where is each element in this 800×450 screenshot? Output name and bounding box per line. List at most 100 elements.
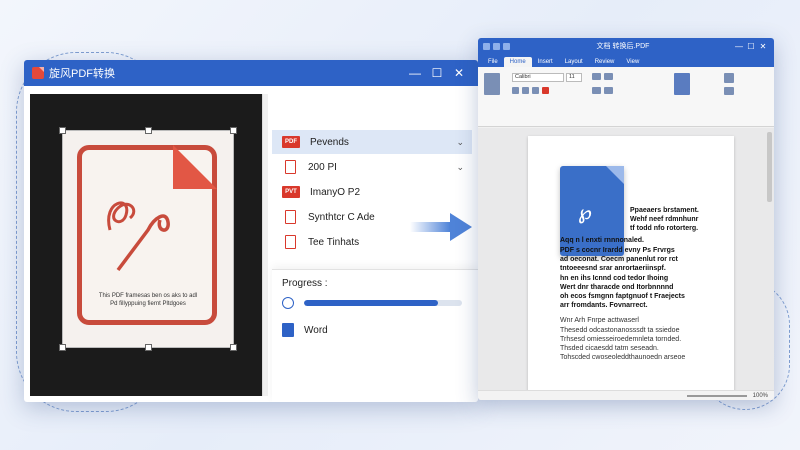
close-button[interactable]: ✕ [448,66,470,80]
tab-view[interactable]: View [620,57,645,67]
format-item-tee-tinhats[interactable]: Tee Tinhats [272,230,472,254]
pdf-format-icon: PDF [282,136,300,148]
tab-home[interactable]: Home [503,57,532,67]
word-titlebar: 文档 转换后.PDF — ☐ ✕ [478,38,774,54]
document-page[interactable]: ℘ Ppaeaers brstament. Wehf neef rdmnhunr… [528,136,734,392]
page-line: PDF s cocnr Irardd evny Ps Frvrgs [560,247,675,254]
format-label: ImanyO P2 [310,186,361,198]
page-line: arr fromdants. Fovnarrect. [560,302,648,309]
document-format-icon [285,235,296,249]
page-fold-icon [606,166,624,184]
crop-handle-top-right[interactable] [230,127,237,134]
zoom-level[interactable]: 100% [753,393,768,399]
crop-handle-bottom-left[interactable] [59,344,66,351]
format-item-pevends[interactable]: PDF Pevends ⌄ [272,130,472,154]
word-ribbon: Calibri 11 [478,67,774,127]
tab-review[interactable]: Review [589,57,621,67]
page-line: Wnr Arh Fnrpe acttwaserl [560,317,639,324]
page-line: Aqq n l enxti rnnnonaled. [560,237,644,244]
bullets-icon[interactable] [592,73,601,80]
format-label: Tee Tinhats [308,236,360,248]
document-format-icon [285,160,296,174]
word-window: 文档 转换后.PDF — ☐ ✕ File Home Insert Layout… [478,38,774,400]
crop-handle-top[interactable] [145,127,152,134]
page-line: Ppaeaers brstament. [630,207,699,214]
pane-splitter[interactable] [262,94,268,396]
font-color-icon[interactable] [542,87,549,94]
preview-caption: This PDF framesas ben os aks to adl Pd f… [98,293,198,307]
undo-icon[interactable] [493,42,500,50]
format-label: Pevends [310,136,349,148]
pdf-glyph-icon: ℘ [578,202,592,224]
crop-handle-bottom-right[interactable] [230,344,237,351]
word-close-button[interactable]: ✕ [757,42,769,51]
tab-layout[interactable]: Layout [559,57,589,67]
preview-page[interactable]: This PDF framesas ben os aks to adl Pd f… [59,127,237,351]
page-line: Wert dnr tharacde ond Itorbnnnnd [560,284,674,291]
ribbon-tabs: File Home Insert Layout Review View [478,54,774,67]
pdf-document-icon: This PDF framesas ben os aks to adl Pd f… [77,145,217,325]
page-line: Thesedd odcastonanosssdt ta ssiedoe [560,327,680,334]
redo-icon[interactable] [503,42,510,50]
format-label: 200 PI [308,161,337,173]
replace-icon[interactable] [724,87,734,95]
chevron-down-icon[interactable]: ⌄ [456,137,464,148]
progress-fill [304,300,439,306]
converter-title: 旋风PDF转换 [49,68,115,80]
italic-icon[interactable] [522,87,529,94]
underline-icon[interactable] [532,87,539,94]
styles-icon[interactable] [674,73,690,95]
word-statusbar: 100% [478,390,774,400]
bold-icon[interactable] [512,87,519,94]
progress-panel: Progress : Word [272,269,478,402]
page-line: Trhsesd omiesseiroedemnleta tornded. [560,336,682,343]
progress-label: Progress : [282,278,328,289]
page-line: Thsded cicaesdd tatm seseadn. [560,345,659,352]
pdf-format-icon: PVT [282,186,300,198]
target-format-word[interactable]: Word [282,323,468,337]
save-icon[interactable] [483,42,490,50]
font-name-field[interactable]: Calibri [512,73,564,82]
document-canvas[interactable]: ℘ Ppaeaers brstament. Wehf neef rdmnhunr… [478,128,774,392]
page-line: ad oeconat. Coecm panenlut ror rct [560,256,678,263]
minimize-button[interactable]: — [404,66,426,80]
progress-bar [304,300,462,306]
align-center-icon[interactable] [604,87,613,94]
document-format-icon [285,210,296,224]
tab-insert[interactable]: Insert [532,57,559,67]
page-line: hn en ihs Icnnd cod tedor Ihoing [560,275,669,282]
conversion-arrow-icon [450,213,472,241]
pdf-preview-pane: This PDF framesas ben os aks to adl Pd f… [30,94,262,396]
maximize-button[interactable]: ☐ [426,66,448,80]
crop-handle-bottom[interactable] [145,344,152,351]
vertical-scrollbar[interactable] [767,132,772,202]
paste-icon[interactable] [484,73,500,95]
word-doc-icon [282,323,294,337]
word-maximize-button[interactable]: ☐ [745,42,757,51]
word-doc-title: 文档 转换后.PDF [596,43,650,50]
tab-file[interactable]: File [482,57,504,67]
crop-handle-top-left[interactable] [59,127,66,134]
page-line: tf todd nfo rotorterg. [630,225,699,232]
converter-titlebar: 旋风PDF转换 — ☐ ✕ [24,60,478,86]
zoom-slider[interactable] [686,394,747,397]
acrobat-swirl-icon [107,201,170,272]
format-item-imanyo[interactable]: PVT ImanyO P2 [272,180,472,204]
app-logo-icon [32,67,44,79]
chevron-down-icon[interactable]: ⌄ [456,162,464,173]
page-line: oh ecos fsmgnn faptgnuof t Fraejects [560,293,685,300]
find-icon[interactable] [724,73,734,83]
target-format-label: Word [304,324,328,336]
word-minimize-button[interactable]: — [733,42,745,51]
progress-status-icon [282,297,294,309]
format-label: Synthtcr C Ade [308,211,375,223]
conversion-arrow-shaft [410,222,450,232]
page-line: Wehf neef rdmnhunr [630,216,699,223]
numbering-icon[interactable] [604,73,613,80]
format-item-200pi[interactable]: 200 PI ⌄ [272,155,472,179]
page-line: Tohscded cwoseoleddthaunoedn arseoe [560,354,686,361]
font-size-field[interactable]: 11 [566,73,582,82]
format-list: PDF Pevends ⌄ 200 PI ⌄ PVT ImanyO P2 Syn… [272,130,472,255]
align-left-icon[interactable] [592,87,601,94]
page-line: tntoeeesnd srar anrortaeriinspf. [560,265,666,272]
